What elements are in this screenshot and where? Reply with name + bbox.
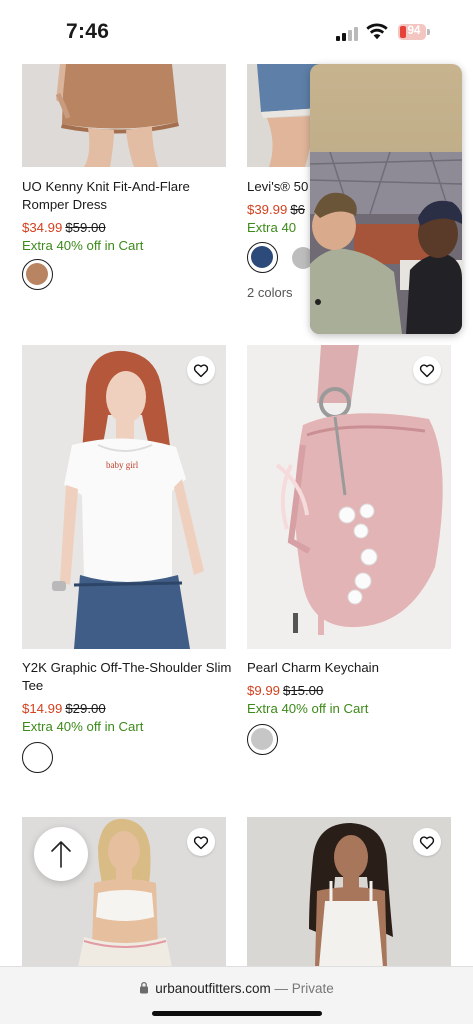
sale-price: $39.99	[247, 202, 288, 217]
wishlist-button[interactable]	[187, 828, 215, 856]
tee-print-text: baby girl	[106, 460, 139, 470]
product-card-romper-dress[interactable]: UO Kenny Knit Fit-And-Flare Romper Dress…	[22, 64, 226, 290]
back-to-top-button[interactable]	[34, 827, 88, 881]
browser-address-bar[interactable]: urbanoutfitters.com — Private	[0, 966, 473, 1024]
url-display[interactable]: urbanoutfitters.com — Private	[0, 981, 473, 996]
product-image-pearl-keychain[interactable]	[247, 345, 451, 649]
original-price: $29.00	[65, 701, 106, 716]
status-bar: 7:46 94	[0, 0, 473, 62]
colors-count: 2 colors	[247, 285, 293, 300]
product-image-lace-top[interactable]	[247, 817, 451, 967]
wishlist-button[interactable]	[413, 828, 441, 856]
product-name[interactable]: Pearl Charm Keychain	[247, 659, 457, 677]
battery-percent: 94	[407, 25, 421, 37]
price-row: $39.99 $6	[247, 202, 305, 217]
sale-price: $9.99	[247, 683, 281, 698]
original-price: $6	[290, 202, 306, 217]
color-swatch-denim[interactable]	[247, 242, 278, 273]
price-row: $34.99 $59.00	[22, 220, 106, 235]
url-domain: urbanoutfitters.com	[155, 981, 271, 996]
original-price: $59.00	[65, 220, 106, 235]
color-swatch-grey[interactable]	[247, 724, 278, 755]
cellular-signal-icon	[336, 27, 362, 41]
heart-icon	[193, 363, 209, 377]
promo-text: Extra 40% off in Cart	[22, 719, 144, 734]
product-card-y2k-tee[interactable]: baby girl Y2K Graphic Off-The-Shoulder S…	[22, 345, 231, 773]
home-indicator[interactable]	[152, 1011, 322, 1016]
sale-price: $14.99	[22, 701, 63, 716]
wishlist-button[interactable]	[413, 356, 441, 384]
picture-in-picture-video[interactable]	[310, 64, 462, 334]
product-card-pearl-keychain[interactable]: Pearl Charm Keychain $9.99 $15.00 Extra 4…	[247, 345, 451, 755]
product-image-y2k-tee[interactable]: baby girl	[22, 345, 226, 649]
product-card-lace-top[interactable]	[247, 817, 451, 967]
product-name[interactable]: UO Kenny Knit Fit-And-Flare Romper Dress	[22, 178, 232, 214]
private-mode-label: Private	[291, 981, 334, 996]
url-separator: —	[270, 981, 292, 996]
lock-icon	[140, 981, 149, 994]
color-swatch-white[interactable]	[22, 742, 53, 773]
product-name[interactable]: Y2K Graphic Off-The-Shoulder Slim Tee	[22, 659, 232, 695]
product-image-romper-dress[interactable]	[22, 64, 226, 167]
promo-text: Extra 40	[247, 220, 297, 235]
sale-price: $34.99	[22, 220, 63, 235]
heart-icon	[419, 835, 435, 849]
heart-icon	[193, 835, 209, 849]
price-row: $14.99 $29.00	[22, 701, 106, 716]
promo-text: Extra 40% off in Cart	[22, 238, 144, 253]
status-time: 7:46	[66, 20, 110, 43]
wishlist-button[interactable]	[187, 356, 215, 384]
original-price: $15.00	[283, 683, 324, 698]
wifi-icon	[366, 23, 388, 40]
battery-icon: 94	[398, 24, 430, 40]
promo-text: Extra 40% off in Cart	[247, 701, 369, 716]
price-row: $9.99 $15.00	[247, 683, 323, 698]
color-swatch-brown[interactable]	[22, 259, 53, 290]
arrow-up-icon	[51, 841, 71, 868]
heart-icon	[419, 363, 435, 377]
